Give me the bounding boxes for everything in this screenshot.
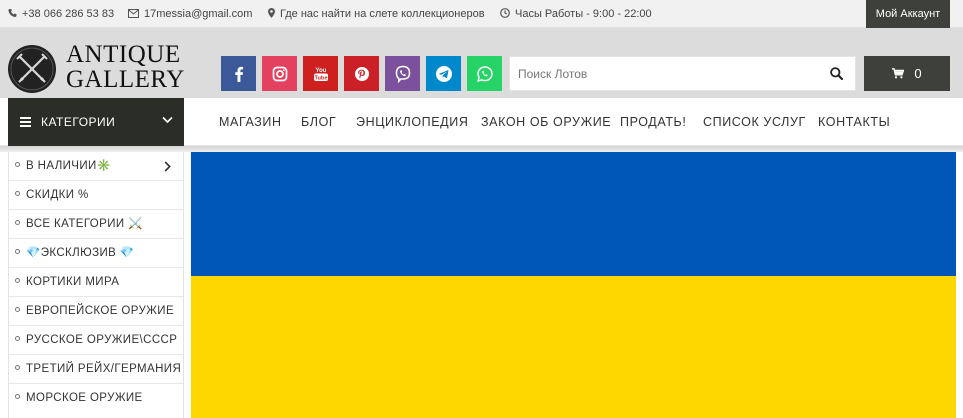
nav-item-sell[interactable]: ПРОДАТЬ! xyxy=(620,98,686,146)
nav-item-services[interactable]: СПИСОК УСЛУГ xyxy=(703,98,806,146)
chevron-right-icon xyxy=(164,161,171,172)
bullet-icon xyxy=(15,278,20,283)
nav-item-contacts[interactable]: КОНТАКТЫ xyxy=(818,98,890,146)
main-nav: КАТЕГОРИИ МАГАЗИН БЛОГ ЭНЦИКЛОПЕДИЯ ЗАКО… xyxy=(0,98,963,146)
sidebar-item-germany[interactable]: ТРЕТИЙ РЕЙХ/ГЕРМАНИЯ xyxy=(9,355,183,384)
whatsapp-icon[interactable] xyxy=(467,56,502,91)
phone-icon xyxy=(8,8,17,17)
sidebar-item-daggers[interactable]: КОРТИКИ МИРА xyxy=(9,268,183,297)
email-text: 17messia@gmail.com xyxy=(144,8,253,20)
sidebar-item-label: РУССКОЕ ОРУЖИЕ\СССР xyxy=(26,334,178,346)
header: ANTIQUE GALLERY YouTube 0 xyxy=(0,28,963,98)
sidebar-item-all-categories[interactable]: ВСЕ КАТЕГОРИИ ⚔️ xyxy=(9,210,183,239)
bullet-icon xyxy=(15,336,20,341)
logo-text[interactable]: ANTIQUE GALLERY xyxy=(66,42,185,92)
phone-text: +38 066 286 53 83 xyxy=(22,8,115,20)
hamburger-icon xyxy=(20,117,31,127)
logo-line-1: ANTIQUE xyxy=(66,41,181,68)
sidebar-item-label: В НАЛИЧИИ✳️ xyxy=(26,160,112,172)
sidebar-item-russian[interactable]: РУССКОЕ ОРУЖИЕ\СССР xyxy=(9,326,183,355)
map-pin-icon xyxy=(268,8,275,18)
location-link[interactable]: Где нас найти на слете коллекционеров xyxy=(268,0,485,28)
bullet-icon xyxy=(15,249,20,254)
svg-text:Tube: Tube xyxy=(314,75,327,81)
nav-item-blog[interactable]: БЛОГ xyxy=(301,98,336,146)
my-account-button[interactable]: Мой Аккаунт xyxy=(866,0,950,28)
categories-label: КАТЕГОРИИ xyxy=(41,115,116,129)
sidebar-item-label: ЕВРОПЕЙСКОЕ ОРУЖИЕ xyxy=(26,305,175,317)
sidebar-item-european[interactable]: ЕВРОПЕЙСКОЕ ОРУЖИЕ xyxy=(9,297,183,326)
logo-line-2: GALLERY xyxy=(66,66,185,93)
bullet-icon xyxy=(15,307,20,312)
sidebar-item-exclusive[interactable]: 💎ЭКСКЛЮЗИВ 💎 xyxy=(9,239,183,268)
viber-icon[interactable] xyxy=(385,56,420,91)
youtube-icon[interactable]: You Tube xyxy=(303,56,338,91)
flag-blue-stripe xyxy=(191,152,956,276)
svg-text:You: You xyxy=(315,68,326,74)
search-box xyxy=(509,56,856,91)
sidebar-item-label: ТРЕТИЙ РЕЙХ/ГЕРМАНИЯ xyxy=(26,363,182,375)
sidebar-item-label: 💎ЭКСКЛЮЗИВ 💎 xyxy=(26,247,135,259)
bullet-icon xyxy=(15,220,20,225)
hero-banner[interactable] xyxy=(191,152,956,418)
working-hours: Часы Работы - 9:00 - 22:00 xyxy=(500,0,652,28)
nav-item-weapons-law[interactable]: ЗАКОН ОБ ОРУЖИЕ xyxy=(481,98,611,146)
email-contact[interactable]: 17messia@gmail.com xyxy=(128,0,252,28)
sidebar-item-discounts[interactable]: СКИДКИ % xyxy=(9,181,183,210)
cart-count: 0 xyxy=(914,66,922,81)
envelope-icon xyxy=(128,9,139,18)
clock-icon xyxy=(500,8,510,18)
sidebar-item-label: МОРСКОЕ ОРУЖИЕ xyxy=(26,392,143,404)
bullet-icon xyxy=(15,191,20,196)
chevron-down-icon xyxy=(162,116,173,124)
bullet-icon xyxy=(15,394,20,399)
search-icon[interactable] xyxy=(830,67,844,85)
sidebar-item-in-stock[interactable]: В НАЛИЧИИ✳️ xyxy=(9,152,183,181)
categories-toggle[interactable]: КАТЕГОРИИ xyxy=(8,98,184,146)
categories-sidebar: В НАЛИЧИИ✳️ СКИДКИ % ВСЕ КАТЕГОРИИ ⚔️ 💎Э… xyxy=(8,152,184,418)
flag-yellow-stripe xyxy=(191,276,956,418)
sidebar-item-label: СКИДКИ % xyxy=(26,189,89,201)
crossed-swords-icon[interactable] xyxy=(8,45,56,93)
cart-button[interactable]: 0 xyxy=(864,56,950,91)
top-bar: +38 066 286 53 83 17messia@gmail.com Где… xyxy=(0,0,963,28)
shopping-cart-icon xyxy=(892,68,905,79)
sidebar-item-label: ВСЕ КАТЕГОРИИ ⚔️ xyxy=(26,218,143,230)
nav-item-shop[interactable]: МАГАЗИН xyxy=(219,98,282,146)
sidebar-item-label: КОРТИКИ МИРА xyxy=(26,276,120,288)
bullet-icon xyxy=(15,162,20,167)
bullet-icon xyxy=(15,365,20,370)
pinterest-icon[interactable] xyxy=(344,56,379,91)
search-input[interactable] xyxy=(510,57,810,90)
telegram-icon[interactable] xyxy=(426,56,461,91)
instagram-icon[interactable] xyxy=(262,56,297,91)
facebook-icon[interactable] xyxy=(221,56,256,91)
sidebar-item-naval[interactable]: МОРСКОЕ ОРУЖИЕ xyxy=(9,384,183,413)
nav-item-encyclopedia[interactable]: ЭНЦИКЛОПЕДИЯ xyxy=(356,98,468,146)
hours-text: Часы Работы - 9:00 - 22:00 xyxy=(515,8,652,20)
location-text: Где нас найти на слете коллекционеров xyxy=(280,8,485,20)
phone-contact[interactable]: +38 066 286 53 83 xyxy=(8,0,114,28)
